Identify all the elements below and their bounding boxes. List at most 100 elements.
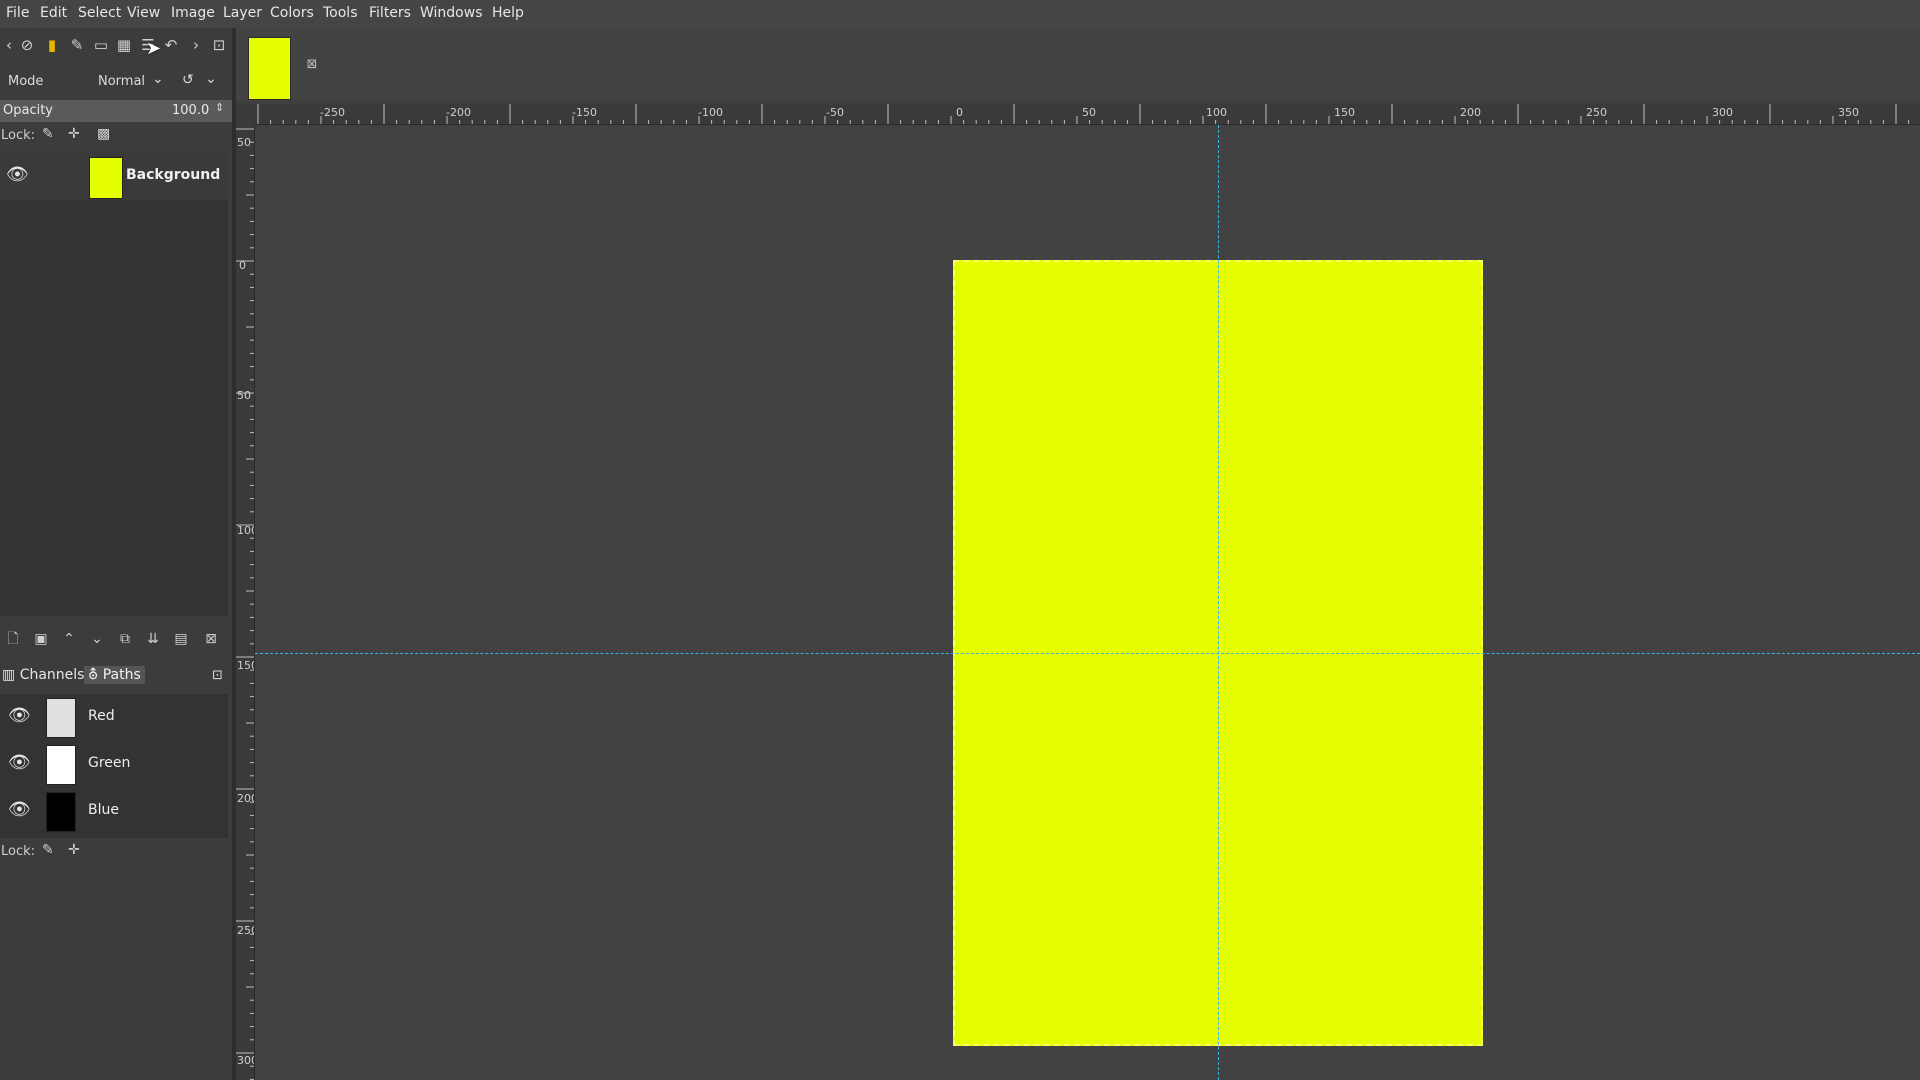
dock-menu-icon[interactable]: ⊡ — [210, 36, 228, 54]
layer-button-bar: 🗋 ▣ ⌃ ⌄ ⧉ ⇊ ▤ ⊠ — [0, 626, 232, 654]
hruler-label: -150 — [572, 106, 597, 119]
new-layer-icon[interactable]: 🗋 — [4, 630, 22, 648]
dock-tabs: ▥ Channels ⛢ Paths ⊡ — [0, 664, 232, 690]
tab-paths-label: Paths — [102, 667, 141, 683]
mode-select[interactable]: Normal — [98, 74, 145, 89]
menu-view[interactable]: View — [127, 5, 160, 21]
channel-name: Red — [88, 708, 115, 724]
image-canvas[interactable] — [255, 125, 1920, 1080]
layer-list: 👁 Background — [0, 152, 228, 616]
lock-pixels-icon[interactable]: ✎ — [42, 126, 54, 142]
layer-thumbnail — [89, 157, 123, 199]
chevron-right-icon[interactable]: › — [187, 36, 205, 54]
vertical-ruler[interactable]: 50 0 50 100 150 200 250 300 — [236, 124, 255, 1080]
chevron-down-icon[interactable]: ⌄ — [205, 71, 217, 87]
hruler-label: 150 — [1334, 106, 1355, 119]
horizontal-ruler[interactable]: -250 -200 -150 -100 -50 0 50 100 150 200… — [254, 104, 1920, 125]
channel-list: 👁 Red 👁 Green 👁 Blue — [0, 694, 228, 838]
hruler-label: 250 — [1586, 106, 1607, 119]
mouse-cursor-icon: ➤ — [146, 38, 162, 59]
menu-filters[interactable]: Filters — [369, 5, 411, 21]
duplicate-layer-icon[interactable]: ⧉ — [116, 630, 134, 648]
hruler-label: -250 — [320, 106, 345, 119]
menu-file[interactable]: File — [6, 5, 29, 21]
brush-icon[interactable]: ✎ — [68, 36, 86, 54]
ruler-corner-button[interactable] — [236, 104, 254, 124]
hruler-label: 100 — [1206, 106, 1227, 119]
menu-select[interactable]: Select — [78, 5, 121, 21]
tool-options-icon[interactable]: ▮ — [43, 36, 61, 54]
lock-pixels-icon[interactable]: ✎ — [42, 842, 54, 858]
channel-thumbnail — [46, 792, 76, 832]
menu-colors[interactable]: Colors — [270, 5, 314, 21]
menu-help[interactable]: Help — [492, 5, 524, 21]
lock-position-icon[interactable]: ✛ — [68, 126, 80, 142]
layer-mode-row: Mode Normal ⌄ ↺ ⌄ — [0, 68, 232, 94]
lock-alpha-icon[interactable]: ▩ — [97, 126, 110, 142]
merge-layer-icon[interactable]: ⇊ — [144, 630, 162, 648]
menubar: File Edit Select View Image Layer Colors… — [0, 0, 1920, 28]
hruler-label: 50 — [1082, 106, 1096, 119]
channel-name: Blue — [88, 802, 119, 818]
vruler-label: 0 — [239, 259, 246, 272]
layer-lock-row: Lock: ✎ ✛ ▩ — [0, 124, 232, 148]
menu-tools[interactable]: Tools — [323, 5, 358, 21]
image-tab-strip — [236, 28, 1920, 100]
vruler-label: 200 — [237, 792, 254, 805]
vruler-label: 50 — [237, 389, 251, 402]
hruler-label: -100 — [698, 106, 723, 119]
eye-icon[interactable]: 👁 — [8, 799, 31, 820]
layer-name[interactable]: Background — [126, 167, 220, 183]
undo-history-icon[interactable]: ↶ — [162, 36, 180, 54]
spin-arrows-icon[interactable]: ⇕ — [215, 101, 224, 114]
screen-icon[interactable]: ▭ — [92, 36, 110, 54]
menu-windows[interactable]: Windows — [420, 5, 483, 21]
vruler-label: 100 — [237, 524, 254, 537]
hruler-label: 0 — [956, 106, 963, 119]
eye-icon[interactable]: 👁 — [6, 164, 30, 185]
channel-row-blue[interactable]: 👁 Blue — [0, 788, 228, 834]
eye-icon[interactable]: 👁 — [8, 752, 31, 773]
lock-label: Lock: — [1, 128, 36, 143]
hruler-label: -200 — [446, 106, 471, 119]
opacity-value[interactable]: 100.0 — [172, 103, 209, 118]
horizontal-guide[interactable] — [255, 653, 1920, 654]
eye-icon[interactable]: 👁 — [8, 705, 31, 726]
layer-mask-icon[interactable]: ▤ — [172, 630, 190, 648]
lower-layer-icon[interactable]: ⌄ — [88, 630, 106, 648]
new-layer-group-icon[interactable]: ▣ — [32, 630, 50, 648]
channel-row-red[interactable]: 👁 Red — [0, 694, 228, 740]
chevron-down-icon[interactable]: ⌄ — [152, 71, 164, 87]
tab-paths[interactable]: ⛢ Paths — [84, 666, 145, 684]
device-status-icon[interactable]: ⊘ — [18, 36, 36, 54]
vertical-guide[interactable] — [1218, 125, 1219, 1080]
delete-layer-icon[interactable]: ⊠ — [202, 630, 220, 648]
hruler-label: 300 — [1712, 106, 1733, 119]
menu-layer[interactable]: Layer — [223, 5, 262, 21]
channel-thumbnail — [46, 698, 76, 738]
lock-position-icon[interactable]: ✛ — [68, 842, 80, 858]
tab-channels-label: Channels — [19, 667, 85, 683]
gradient-icon[interactable]: ▦ — [115, 36, 133, 54]
menu-edit[interactable]: Edit — [40, 5, 67, 21]
opacity-slider[interactable]: Opacity 100.0 ⇕ — [0, 100, 232, 122]
hruler-label: 200 — [1460, 106, 1481, 119]
reset-icon[interactable]: ↺ — [182, 72, 194, 88]
close-icon[interactable]: ⊠ — [305, 58, 319, 72]
layer-row[interactable]: 👁 Background — [0, 152, 228, 200]
mode-label: Mode — [8, 74, 44, 89]
channel-row-green[interactable]: 👁 Green — [0, 741, 228, 787]
raise-layer-icon[interactable]: ⌃ — [60, 630, 78, 648]
vruler-label: 150 — [237, 659, 254, 672]
menu-image[interactable]: Image — [171, 5, 215, 21]
channel-lock-row: Lock: ✎ ✛ — [0, 840, 232, 864]
chevron-left-icon[interactable]: ‹ — [0, 36, 18, 54]
hruler-label: 350 — [1838, 106, 1859, 119]
image-tab-thumbnail[interactable] — [248, 37, 291, 100]
hruler-label: -50 — [826, 106, 844, 119]
tab-channels[interactable]: ▥ Channels — [2, 667, 84, 683]
vruler-label: 250 — [237, 924, 254, 937]
tab-menu-icon[interactable]: ⊡ — [212, 668, 223, 683]
channel-thumbnail — [46, 745, 76, 785]
opacity-label: Opacity — [3, 103, 54, 118]
